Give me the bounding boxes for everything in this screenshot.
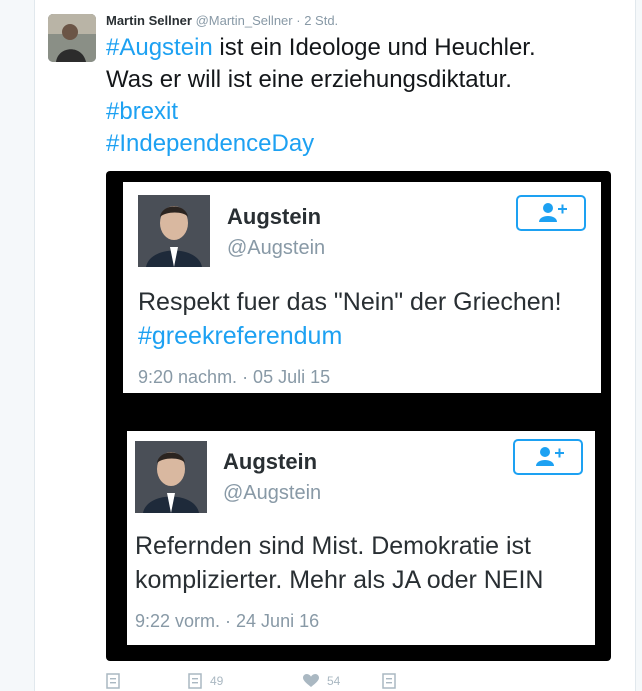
reply-button[interactable] [106, 673, 120, 689]
embedded-text-line: Respekt fuer das "Nein" der Griechen! [138, 288, 562, 316]
author-avatar[interactable] [48, 14, 96, 62]
embedded-author-name: Augstein [223, 449, 318, 474]
header-separator: · [296, 13, 301, 28]
embedded-timestamp: 9:22 vorm. · 24 Juni 16 [135, 611, 320, 631]
tweet-header: Martin Sellner @Martin_Sellner · 2 Std. [106, 13, 338, 28]
add-user-icon [539, 203, 567, 222]
retweet-count: 49 [210, 674, 224, 688]
like-count: 54 [327, 673, 341, 688]
embedded-avatar [135, 441, 207, 513]
more-icon [382, 673, 396, 689]
like-button[interactable]: 54 [303, 673, 340, 688]
embedded-tweet-2: Augstein @Augstein Refernden sind Mist. … [127, 431, 595, 645]
reply-icon [106, 673, 120, 689]
embedded-tweet-text: Refernden sind Mist. Demokratie ist komp… [135, 532, 544, 594]
embedded-author-name: Augstein [227, 204, 322, 229]
embedded-tweet-text: Respekt fuer das "Nein" der Griechen! #g… [138, 285, 588, 353]
tweet-card[interactable]: Martin Sellner @Martin_Sellner · 2 Std. … [34, 0, 636, 691]
embedded-author-handle: @Augstein [227, 237, 326, 259]
embedded-timestamp: 9:20 nachm. · 05 Juli 15 [138, 367, 331, 387]
author-handle[interactable]: @Martin_Sellner [196, 13, 293, 28]
heart-icon [303, 673, 319, 687]
embedded-author-handle: @Augstein [223, 482, 322, 504]
tweet-actions: 49 54 [106, 673, 626, 691]
tweet-text: #Augstein ist ein Ideologe und Heuchler.… [106, 32, 626, 160]
embedded-avatar [138, 195, 210, 267]
more-button[interactable] [382, 673, 396, 689]
hashtag-greekreferendum: #greekreferendum [138, 322, 343, 350]
hashtag-augstein[interactable]: #Augstein [106, 34, 213, 61]
hashtag-independenceday[interactable]: #IndependenceDay [106, 130, 314, 157]
author-name[interactable]: Martin Sellner [106, 13, 192, 28]
tweet-text-line1: ist ein Ideologe und Heuchler. [212, 34, 536, 61]
retweet-icon [188, 673, 202, 689]
retweet-button[interactable]: 49 [188, 673, 223, 689]
hashtag-brexit[interactable]: #brexit [106, 98, 178, 125]
add-user-icon [536, 447, 564, 466]
embedded-tweet-1: Augstein @Augstein Respekt fuer das "Nei… [123, 182, 601, 393]
tweet-timestamp[interactable]: 2 Std. [304, 13, 338, 28]
tweet-text-line2: Was er will ist eine erziehungsdiktatur. [106, 66, 512, 93]
attached-image[interactable]: Augstein @Augstein Respekt fuer das "Nei… [106, 171, 611, 661]
follow-button [516, 195, 586, 231]
follow-button [513, 439, 583, 475]
